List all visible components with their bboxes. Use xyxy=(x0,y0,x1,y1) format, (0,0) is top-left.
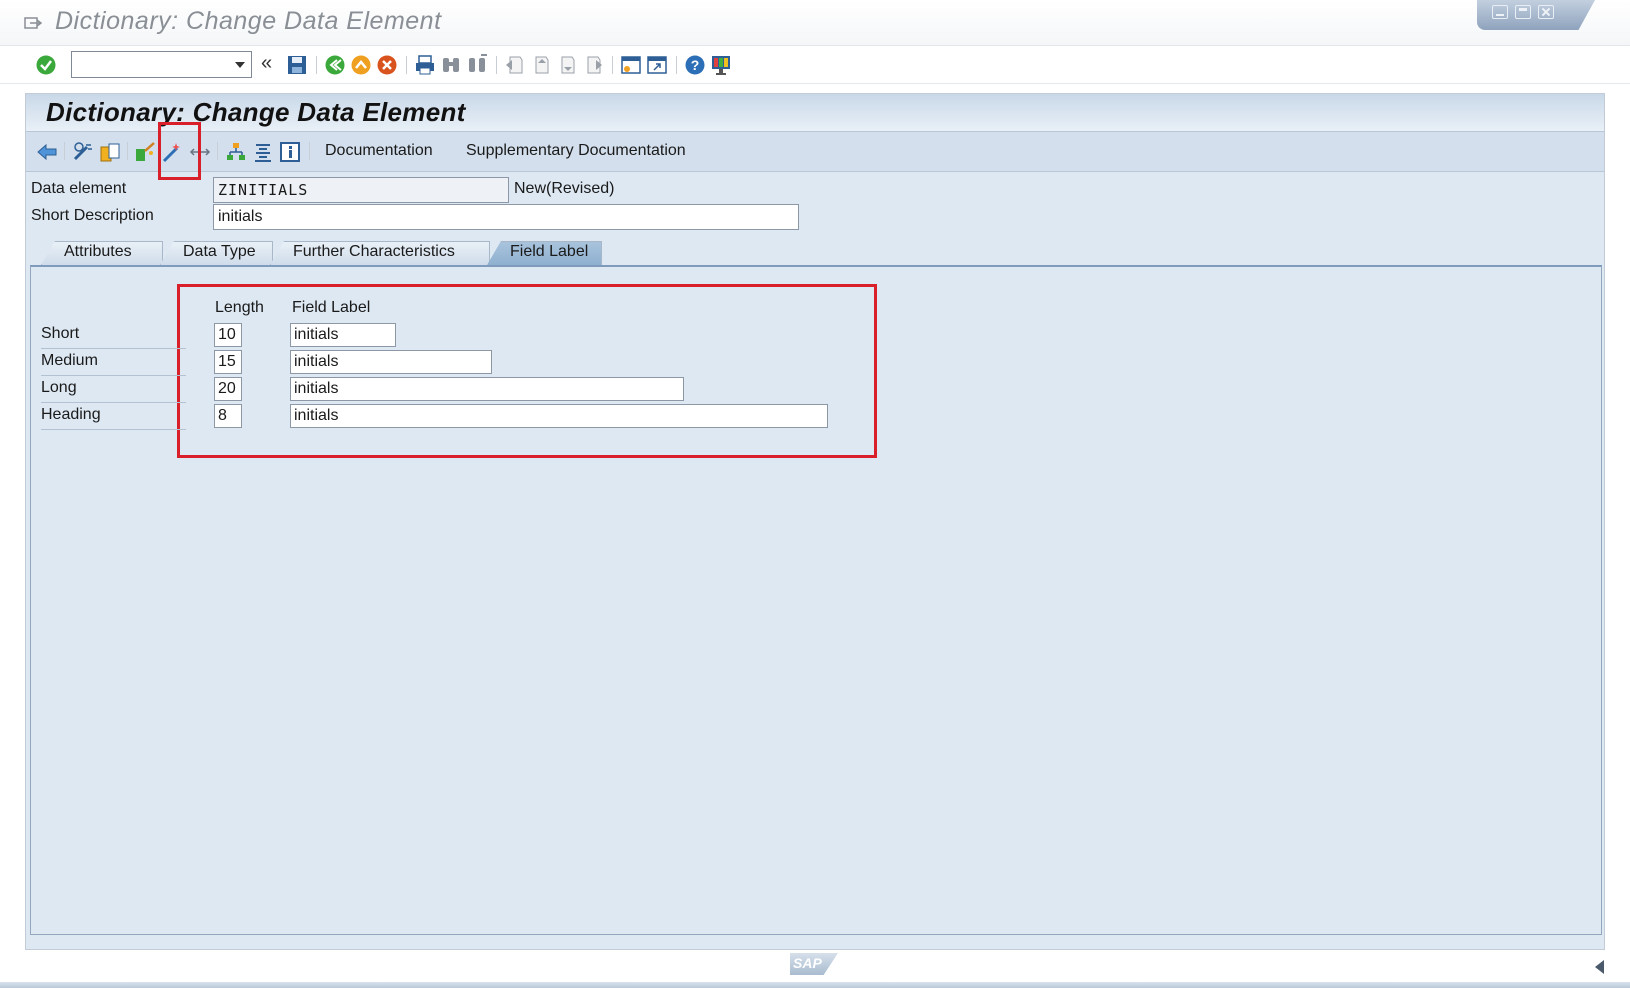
chevron-down-icon[interactable] xyxy=(235,62,245,68)
new-session-icon[interactable] xyxy=(620,54,642,76)
back-icon[interactable] xyxy=(324,54,346,76)
label-field-short[interactable]: initials xyxy=(290,323,396,347)
window-title: Dictionary: Change Data Element xyxy=(55,7,442,35)
separator xyxy=(406,56,407,74)
length-field-long[interactable]: 20 xyxy=(214,377,242,401)
separator xyxy=(64,142,65,160)
command-field[interactable] xyxy=(71,51,252,78)
highlight-field-label-box xyxy=(177,284,877,458)
documentation-button[interactable]: Documentation xyxy=(325,142,433,160)
previous-page-icon[interactable] xyxy=(530,54,552,76)
bottom-bar xyxy=(0,982,1630,988)
supplementary-documentation-button[interactable]: Supplementary Documentation xyxy=(466,142,686,160)
label-field-heading[interactable]: initials xyxy=(290,404,828,428)
data-element-label: Data element xyxy=(31,180,127,197)
short-description-label: Short Description xyxy=(31,207,154,224)
length-field-medium[interactable]: 15 xyxy=(214,350,242,374)
enter-check-icon[interactable] xyxy=(35,54,57,76)
maximize-icon[interactable] xyxy=(1515,5,1531,19)
cancel-icon[interactable] xyxy=(376,54,398,76)
status-expand-icon[interactable] xyxy=(1595,960,1604,974)
save-icon[interactable] xyxy=(286,54,308,76)
short-description-field[interactable]: initials xyxy=(213,204,799,230)
screen-title: Dictionary: Change Data Element xyxy=(46,97,466,127)
status-text: New(Revised) xyxy=(514,180,615,197)
last-page-icon[interactable] xyxy=(582,54,604,76)
highlight-activate-button xyxy=(158,122,201,180)
display-change-icon[interactable] xyxy=(72,141,94,163)
next-page-icon[interactable] xyxy=(556,54,578,76)
main-frame: Dictionary: Change Data Element Document… xyxy=(25,93,1605,950)
separator xyxy=(316,56,317,74)
application-toolbar: Documentation Supplementary Documentatio… xyxy=(26,132,1604,172)
separator xyxy=(676,56,677,74)
svg-text:?: ? xyxy=(691,57,700,73)
find-next-icon[interactable] xyxy=(466,54,488,76)
system-toolbar: « ? xyxy=(0,46,1630,84)
find-icon[interactable] xyxy=(440,54,462,76)
length-field-short[interactable]: 10 xyxy=(214,323,242,347)
label-field-long[interactable]: initials xyxy=(290,377,684,401)
customize-layout-icon[interactable] xyxy=(710,54,732,76)
label-field-medium[interactable]: initials xyxy=(290,350,492,374)
info-icon[interactable] xyxy=(279,141,301,163)
row-label-medium: Medium xyxy=(41,352,186,376)
field-label-panel: Length Field Label Short 10 initials Med… xyxy=(30,265,1602,935)
help-icon[interactable]: ? xyxy=(684,54,706,76)
first-page-icon[interactable] xyxy=(504,54,526,76)
separator xyxy=(309,142,310,160)
create-shortcut-icon[interactable] xyxy=(646,54,668,76)
tab-further-characteristics[interactable]: Further Characteristics xyxy=(270,241,490,265)
separator xyxy=(496,56,497,74)
row-label-long: Long xyxy=(41,379,186,403)
collapse-command-icon[interactable]: « xyxy=(261,52,272,75)
minimize-icon[interactable] xyxy=(1492,5,1508,19)
screen-title-bar: Dictionary: Change Data Element xyxy=(26,94,1604,132)
separator xyxy=(217,142,218,160)
window-title-bar: Dictionary: Change Data Element xyxy=(0,0,1630,46)
hierarchy-icon[interactable] xyxy=(225,141,247,163)
other-object-icon[interactable] xyxy=(99,141,121,163)
tab-field-label[interactable]: Field Label xyxy=(487,241,602,265)
close-icon[interactable] xyxy=(1538,5,1554,19)
menu-icon[interactable] xyxy=(24,16,42,30)
sap-logo: SAP xyxy=(790,953,838,975)
row-label-heading: Heading xyxy=(41,406,186,430)
separator xyxy=(127,142,128,160)
check-object-icon[interactable] xyxy=(134,141,156,163)
column-header-length: Length xyxy=(215,299,264,316)
print-icon[interactable] xyxy=(414,54,436,76)
window-controls xyxy=(1477,0,1595,30)
tab-data-type[interactable]: Data Type xyxy=(160,241,273,265)
row-label-short: Short xyxy=(41,325,186,349)
back-arrow-icon[interactable] xyxy=(36,141,58,163)
sap-logo-text: SAP xyxy=(793,955,822,971)
separator xyxy=(612,56,613,74)
data-element-field[interactable]: ZINITIALS xyxy=(213,177,509,203)
display-list-icon[interactable] xyxy=(252,141,274,163)
tab-attributes[interactable]: Attributes xyxy=(41,241,163,265)
exit-icon[interactable] xyxy=(350,54,372,76)
length-field-heading[interactable]: 8 xyxy=(214,404,242,428)
column-header-field-label: Field Label xyxy=(292,299,371,316)
